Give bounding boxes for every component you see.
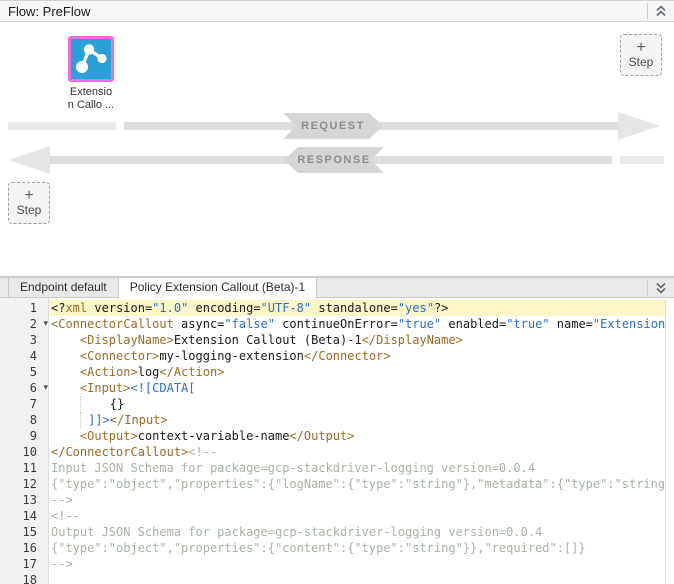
code-line: 7 {} [0,396,665,412]
line-number: 12 [0,476,49,492]
chevron-double-up-icon [655,5,667,17]
code-line: 9 <Output>context-variable-name</Output> [0,428,665,444]
code-text[interactable]: Output JSON Schema for package=gcp-stack… [49,524,665,540]
editor-tabbar: Endpoint default Policy Extension Callou… [0,277,674,298]
line-number: 9 [0,428,49,444]
code-line: 10</ConnectorCallout><!-- [0,444,665,460]
code-line: 17--> [0,556,665,572]
add-step-button-request[interactable]: + Step [620,34,662,76]
response-arrow-icon [8,146,50,174]
flow-header: Flow: PreFlow [0,0,674,22]
code-line: 1<?xml version="1.0" encoding="UTF-8" st… [0,300,665,316]
code-text[interactable]: {} [49,396,665,412]
code-text[interactable]: <Action>log</Action> [49,364,665,380]
plus-icon: + [636,41,645,55]
code-text[interactable]: <!-- [49,508,665,524]
code-text[interactable]: {"type":"object","properties":{"logName"… [49,476,665,492]
code-text[interactable]: --> [49,556,665,572]
flow-title: Flow: PreFlow [8,4,90,19]
line-number: 6▾ [0,380,49,396]
request-arrow-icon [618,112,660,140]
code-line: 15Output JSON Schema for package=gcp-sta… [0,524,665,540]
line-number: 14 [0,508,49,524]
code-line: 11Input JSON Schema for package=gcp-stac… [0,460,665,476]
line-number: 17 [0,556,49,572]
code-line: 14<!-- [0,508,665,524]
chevron-double-down-icon [655,282,667,294]
extension-callout-icon [68,36,114,82]
tab-endpoint-default[interactable]: Endpoint default [8,278,118,297]
line-number: 5 [0,364,49,380]
code-editor[interactable]: 1<?xml version="1.0" encoding="UTF-8" st… [0,298,674,584]
add-step-button-response[interactable]: + Step [8,182,50,224]
response-label: RESPONSE [284,147,384,173]
fold-arrow-icon[interactable]: ▾ [43,316,48,332]
code-line: 12{"type":"object","properties":{"logNam… [0,476,665,492]
line-number: 4 [0,348,49,364]
code-line: 4 <Connector>my-logging-extension</Conne… [0,348,665,364]
code-line: 6▾ <Input><![CDATA[ [0,380,665,396]
line-number: 8 [0,412,49,428]
code-line: 8 ]]></Input> [0,412,665,428]
code-line: 2▾<ConnectorCallout async="false" contin… [0,316,665,332]
code-text[interactable]: <Input><![CDATA[ [49,380,665,396]
code-text[interactable]: </ConnectorCallout><!-- [49,444,665,460]
collapse-flow-panel-button[interactable] [648,1,674,21]
line-number: 16 [0,540,49,556]
line-number: 15 [0,524,49,540]
code-line: 16{"type":"object","properties":{"conten… [0,540,665,556]
code-line: 5 <Action>log</Action> [0,364,665,380]
collapse-editor-panel-button[interactable] [648,278,674,297]
tab-policy-extension-callout[interactable]: Policy Extension Callout (Beta)-1 [118,278,317,298]
line-number: 10 [0,444,49,460]
response-flow-stub [620,156,664,164]
line-number: 2▾ [0,316,49,332]
code-text[interactable] [49,572,665,584]
line-number: 1 [0,300,49,316]
code-text[interactable]: Input JSON Schema for package=gcp-stackd… [49,460,665,476]
code-line: 3 <DisplayName>Extension Callout (Beta)-… [0,332,665,348]
line-number: 3 [0,332,49,348]
code-line: 13--> [0,492,665,508]
line-number: 11 [0,460,49,476]
code-text[interactable]: --> [49,492,665,508]
code-text[interactable]: <ConnectorCallout async="false" continue… [49,316,665,332]
code-text[interactable]: <DisplayName>Extension Callout (Beta)-1<… [49,332,665,348]
code-text[interactable]: <?xml version="1.0" encoding="UTF-8" sta… [49,300,665,316]
code-text[interactable]: <Output>context-variable-name</Output> [49,428,665,444]
policy-label: Extensio n Callo ... [60,86,122,111]
code-text[interactable]: {"type":"object","properties":{"content"… [49,540,665,556]
request-flow-stub [8,122,116,130]
request-label: REQUEST [283,113,383,139]
policy-extension-callout[interactable]: Extensio n Callo ... [68,36,114,82]
line-number: 18 [0,572,49,584]
code-text[interactable]: <Connector>my-logging-extension</Connect… [49,348,665,364]
flow-editor-window: Flow: PreFlow [0,0,674,584]
code-text[interactable]: ]]></Input> [49,412,665,428]
line-number: 13 [0,492,49,508]
line-number: 7 [0,396,49,412]
code-line: 18 [0,572,665,584]
fold-arrow-icon[interactable]: ▾ [43,380,48,396]
plus-icon: + [24,189,33,203]
flow-canvas: Extensio n Callo ... + Step REQUEST RESP… [0,22,674,277]
